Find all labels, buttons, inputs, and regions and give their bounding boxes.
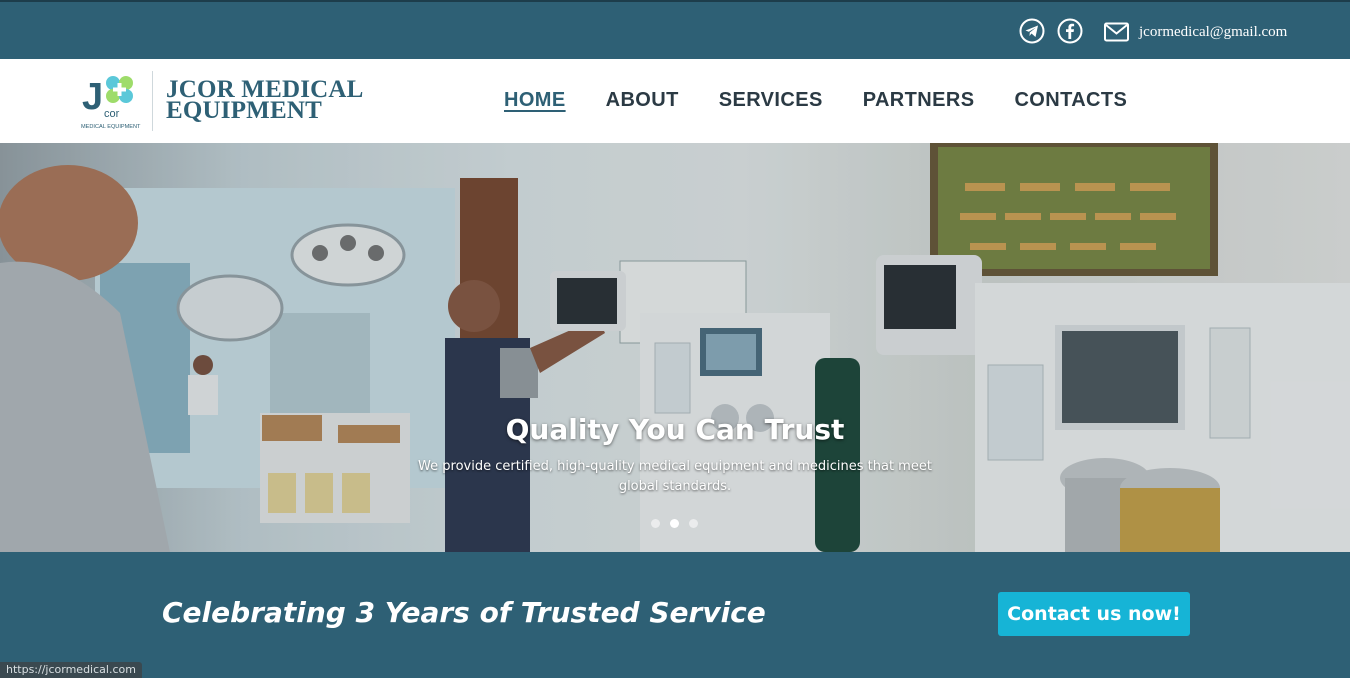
- nav-about[interactable]: ABOUT: [606, 89, 679, 112]
- nav-partners[interactable]: PARTNERS: [863, 89, 975, 112]
- hero-subtitle: We provide certified, high-quality medic…: [418, 459, 932, 494]
- contact-us-button[interactable]: Contact us now!: [998, 592, 1190, 636]
- logo-sub: cor: [104, 108, 120, 120]
- carousel-dot-3[interactable]: [689, 519, 698, 528]
- mail-icon[interactable]: [1104, 22, 1129, 42]
- facebook-icon[interactable]: [1057, 18, 1083, 44]
- nav-home[interactable]: HOME: [504, 89, 566, 112]
- contact-email-link[interactable]: jcormedical@gmail.com: [1139, 22, 1287, 42]
- site-header: J cor MEDICAL EQUIPMENT JCOR MEDICAL EQU…: [0, 59, 1350, 143]
- anniversary-banner: Celebrating 3 Years of Trusted Service C…: [0, 552, 1350, 678]
- nav-contacts[interactable]: CONTACTS: [1014, 89, 1127, 112]
- carousel-indicators: [651, 519, 698, 528]
- telegram-icon[interactable]: [1019, 18, 1045, 44]
- main-nav: HOME ABOUT SERVICES PARTNERS CONTACTS: [504, 89, 1167, 112]
- nav-services[interactable]: SERVICES: [719, 89, 823, 112]
- logo-letter: J: [82, 76, 103, 118]
- brand-logo[interactable]: J cor MEDICAL EQUIPMENT: [80, 73, 142, 131]
- link-hover-status: https://jcormedical.com: [0, 662, 142, 678]
- banner-heading: Celebrating 3 Years of Trusted Service: [162, 596, 766, 629]
- brand-name-line2: EQUIPMENT: [166, 97, 322, 124]
- carousel-dot-1[interactable]: [651, 519, 660, 528]
- top-contact-bar: jcormedical@gmail.com: [0, 0, 1350, 59]
- logo-caption: MEDICAL EQUIPMENT: [81, 124, 141, 130]
- hero-title: Quality You Can Trust: [505, 413, 845, 446]
- logo-divider: [152, 71, 153, 131]
- hero-carousel[interactable]: Quality You Can Trust We provide certifi…: [0, 143, 1350, 552]
- carousel-dot-2[interactable]: [670, 519, 679, 528]
- brand-name[interactable]: JCOR MEDICAL EQUIPMENT: [166, 77, 364, 124]
- clover-cross-icon: [106, 76, 133, 103]
